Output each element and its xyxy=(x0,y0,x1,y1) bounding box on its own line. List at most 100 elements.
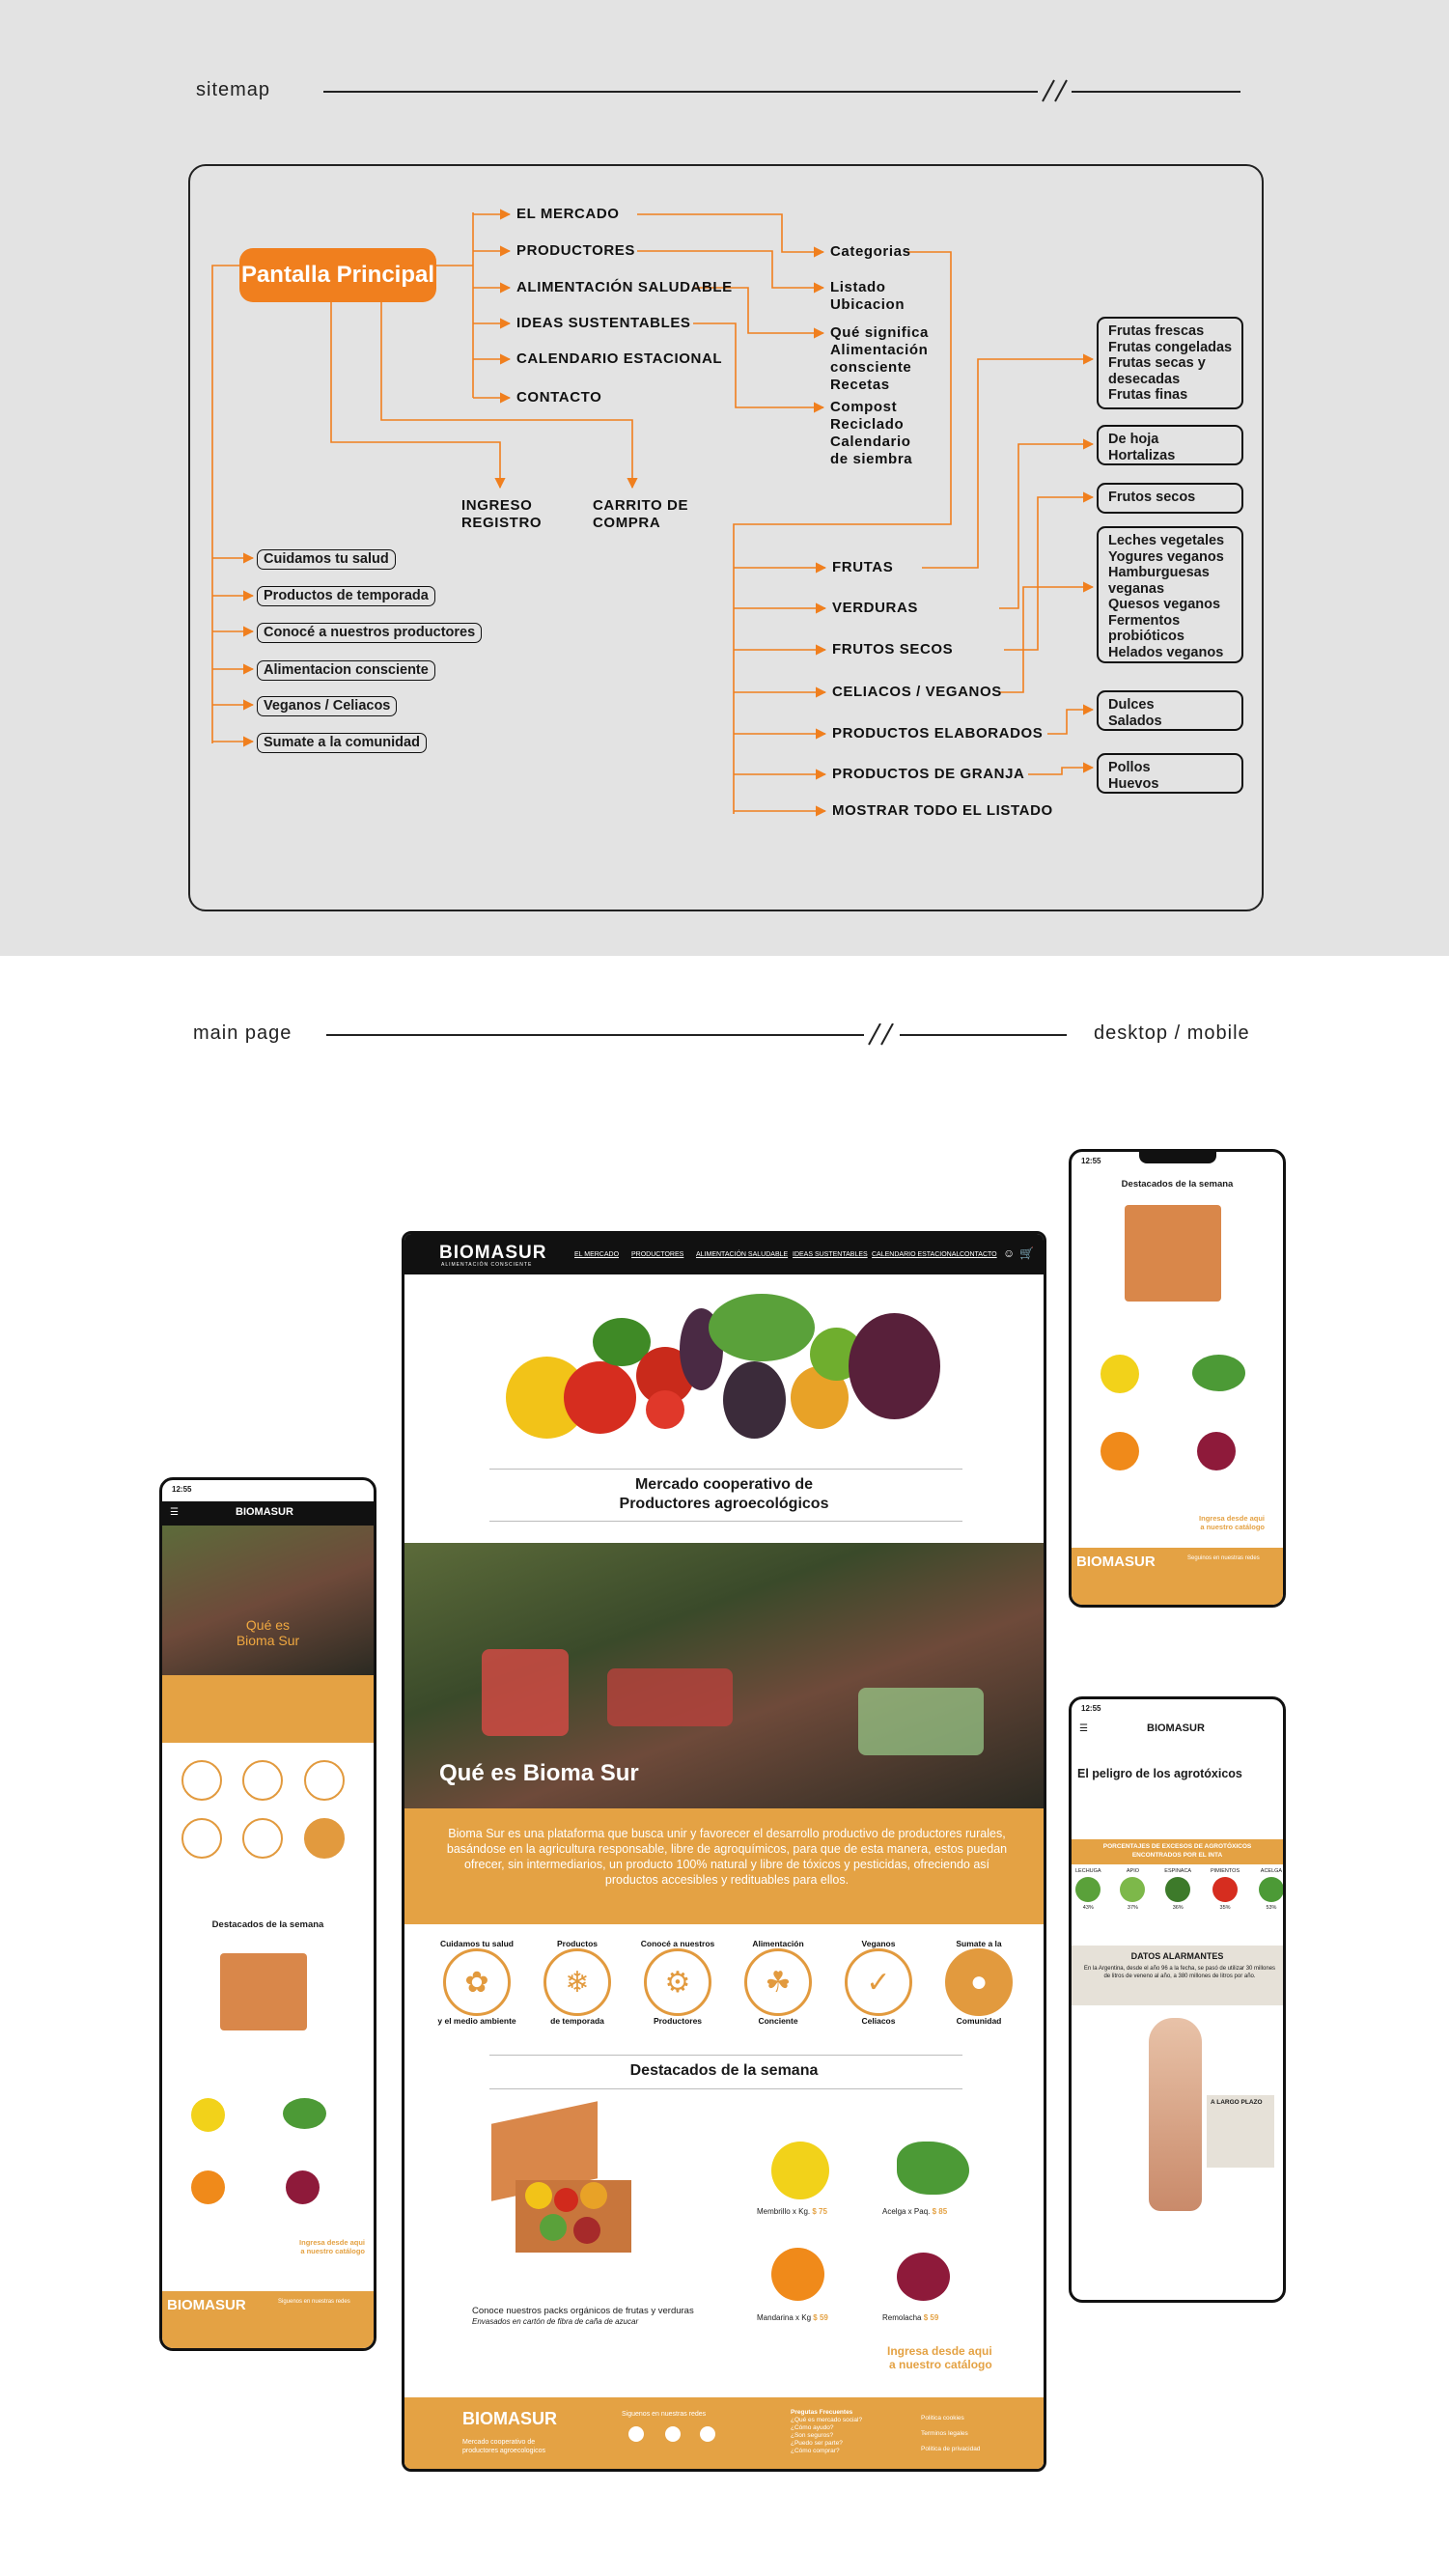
box-caption: Conoce nuestros packs orgánicos de fruta… xyxy=(472,2306,694,2316)
desktop-footer: BIOMASUR Mercado cooperativo de productor… xyxy=(404,2397,1044,2469)
box-veganos: Leches vegetales Yogures veganos Hamburgue… xyxy=(1097,526,1243,663)
person-icon: ● xyxy=(945,1948,1013,2016)
footer-tagline: Mercado cooperativo de productores agroec… xyxy=(462,2439,545,2454)
facebook-icon[interactable] xyxy=(665,2426,681,2442)
produce-box-image xyxy=(482,2101,636,2257)
hamburger-icon[interactable]: ☰ xyxy=(170,1507,179,1518)
link-terminos[interactable]: Terminos legales xyxy=(921,2426,980,2442)
box-elaborados: Dulces Salados xyxy=(1097,690,1243,731)
product-mandarina[interactable]: Mandarina x Kg $ 59 xyxy=(752,2248,868,2344)
node-categorias: Categorias xyxy=(830,243,911,260)
mobile-left-footer: BIOMASUR Siguenos en nuestras redes xyxy=(162,2291,374,2348)
mobile-left-mockup: 12:55 ☰ BIOMASUR Qué es Bioma Sur Destaca… xyxy=(159,1477,376,2351)
category-comunidad[interactable]: Sumate a la ● Comunidad xyxy=(935,1939,1022,2045)
link-privacidad[interactable]: Politica de privacidad xyxy=(921,2442,980,2457)
mobile-right-chard xyxy=(1192,1355,1245,1391)
desktop-nav-mercado[interactable]: EL MERCADO xyxy=(574,1251,619,1258)
mobile-right-beet xyxy=(1197,1432,1236,1470)
farmer-icon: ⚙ xyxy=(644,1948,711,2016)
product-acelga[interactable]: Acelga x Paq. $ 85 xyxy=(878,2142,993,2238)
category-alimentacion[interactable]: Alimentación ☘ Conciente xyxy=(735,1939,822,2045)
largo-plazo-box: A LARGO PLAZO xyxy=(1207,2095,1274,2168)
mobile-left-navbar: ☰ BIOMASUR xyxy=(162,1501,374,1526)
mobile-right-footer: BIOMASUR Seguinos en nuestras redes xyxy=(1072,1548,1283,1605)
hamburger-icon-agro[interactable]: ☰ xyxy=(1079,1723,1088,1734)
node-el-mercado: EL MERCADO xyxy=(516,206,620,222)
desktop-nav-contacto[interactable]: CONTACTO xyxy=(960,1251,997,1258)
instagram-icon[interactable] xyxy=(628,2426,644,2442)
chard-icon xyxy=(897,2142,969,2195)
node-elaborados: PRODUCTOS ELABORADOS xyxy=(832,725,1044,742)
node-ingreso: INGRESO REGISTRO xyxy=(461,497,543,531)
vegan-check-icon: ✓ xyxy=(845,1948,912,2016)
pill-sumate: Sumate a la comunidad xyxy=(257,733,427,753)
user-icon[interactable]: ☺ xyxy=(1003,1246,1015,1260)
mobile-left-about xyxy=(162,1675,374,1743)
node-frutos-secos: FRUTOS SECOS xyxy=(832,641,954,658)
status-time-right: 12:55 xyxy=(1081,1157,1101,1165)
desktop-brand-logo[interactable]: BIOMASUR xyxy=(439,1243,546,1264)
mobile-agrotoxicos-mockup: 12:55 ☰ BIOMASUR El peligro de los agrot… xyxy=(1069,1696,1286,2303)
desktop-mockup: BIOMASUR ALIMENTACIÓN CONSCIENTE EL MERC… xyxy=(402,1231,1046,2472)
mobile-right-tangerine xyxy=(1101,1432,1139,1470)
node-alimentacion: ALIMENTACIÓN SALUDABLE xyxy=(516,279,733,295)
mobile-left-destacados: Destacados de la semana xyxy=(211,1919,324,1930)
category-veganos[interactable]: Veganos ✓ Celiacos xyxy=(835,1939,922,2045)
category-productores[interactable]: Conocé a nuestros ⚙ Productores xyxy=(634,1939,721,2045)
desktop-nav-productores[interactable]: PRODUCTORES xyxy=(631,1251,683,1258)
sitemap-root-node: Pantalla Principal xyxy=(239,248,436,302)
mobile-left-photo: Qué es Bioma Sur xyxy=(162,1526,374,1675)
mobile-right-top-mockup: 12:55 Destacados de la semana Ingresa de… xyxy=(1069,1149,1286,1608)
footer-social-title: Siguenos en nuestras redes xyxy=(622,2411,707,2418)
cart-icon[interactable]: 🛒 xyxy=(1019,1246,1034,1260)
node-contacto: CONTACTO xyxy=(516,389,602,406)
desktop-nav-calendario[interactable]: CALENDARIO ESTACIONAL xyxy=(872,1251,960,1258)
whatsapp-icon[interactable] xyxy=(700,2426,715,2442)
mobile-left-brand[interactable]: BIOMASUR xyxy=(236,1506,293,1518)
mobile-right-box-image xyxy=(1125,1205,1221,1302)
desktop-nav-ideas[interactable]: IDEAS SUSTENTABLES xyxy=(793,1251,868,1258)
agro-bar-title: PORCENTAJES DE EXCESOS DE AGROTÓXICOS ENC… xyxy=(1072,1839,1283,1864)
box-frutos-secos: Frutos secos xyxy=(1097,483,1243,514)
node-que-significa: Qué significa Alimentación consciente Recet… xyxy=(830,324,929,393)
mobile-right-cta[interactable]: Ingresa desde aqui a nuestro catálogo xyxy=(1158,1514,1265,1531)
mobile-left-quince xyxy=(191,2098,225,2132)
node-carrito: CARRITO DE COMPRA xyxy=(593,497,689,531)
node-verduras: VERDURAS xyxy=(832,600,918,616)
desktop-nav-alimentacion[interactable]: ALIMENTACIÓN SALUDABLE xyxy=(696,1251,788,1258)
catalog-cta[interactable]: Ingresa desde aqui a nuestro catálogo xyxy=(887,2344,992,2371)
pill-alimentacion: Alimentacion consciente xyxy=(257,660,435,681)
node-frutas: FRUTAS xyxy=(832,559,894,575)
hero-divider xyxy=(489,1469,962,1470)
node-granja: PRODUCTOS DE GRANJA xyxy=(832,766,1025,782)
desktop-navbar: BIOMASUR ALIMENTACIÓN CONSCIENTE EL MERC… xyxy=(404,1234,1044,1274)
category-temporada[interactable]: Productos ❄ de temporada xyxy=(534,1939,621,2045)
hero-title: Mercado cooperativo de Productores agroec… xyxy=(619,1476,829,1512)
beet-icon xyxy=(897,2253,950,2301)
destacados-divider-bottom xyxy=(489,2088,962,2089)
box-caption-2: Envasados en cartón de fibra de caña de … xyxy=(472,2317,639,2326)
mobile-left-beet xyxy=(286,2170,320,2204)
link-cookies[interactable]: Politica cookies xyxy=(921,2411,980,2426)
phone-notch xyxy=(1139,1152,1216,1163)
agro-navbar: ☰ BIOMASUR xyxy=(1079,1722,1205,1734)
agro-title: El peligro de los agrotóxicos xyxy=(1077,1767,1242,1780)
mobile-left-cta[interactable]: Ingresa desde aqui a nuestro catálogo xyxy=(268,2238,365,2255)
salud-icon: ✿ xyxy=(443,1948,511,2016)
product-remolacha[interactable]: Remolacha $ 59 xyxy=(878,2248,993,2344)
mobile-left-categories xyxy=(181,1760,365,1859)
destacados-title: Destacados de la semana xyxy=(629,2062,819,2079)
mobile-left-chard xyxy=(283,2098,326,2129)
mobile-right-quince xyxy=(1101,1355,1139,1393)
product-membrillo[interactable]: Membrillo x Kg. $ 75 xyxy=(752,2142,868,2238)
box-verduras: De hoja Hortalizas xyxy=(1097,425,1243,465)
status-time-agro: 12:55 xyxy=(1081,1704,1101,1713)
about-text: Bioma Sur es una plataforma que busca un… xyxy=(446,1827,1008,1887)
node-ideas: IDEAS SUSTENTABLES xyxy=(516,315,691,331)
node-calendario: CALENDARIO ESTACIONAL xyxy=(516,350,723,367)
category-salud[interactable]: Cuidamos tu salud ✿ y el medio ambiente xyxy=(433,1939,520,2045)
apple-icon: ☘ xyxy=(744,1948,812,2016)
destacados-divider xyxy=(489,2055,962,2056)
main-page-divider xyxy=(326,1023,1067,1046)
footer-links: Politica cookies Terminos legales Politica… xyxy=(921,2411,980,2457)
